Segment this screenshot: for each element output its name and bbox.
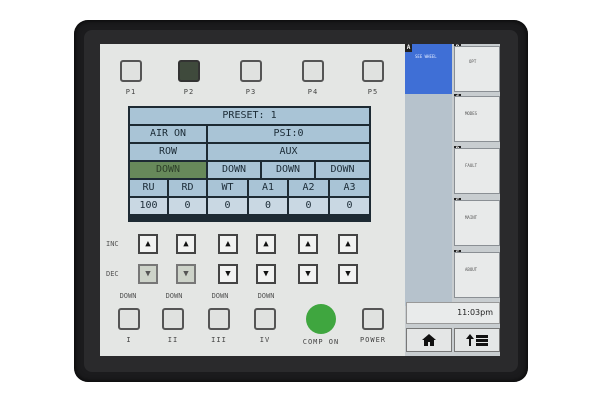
header-a3: A3 bbox=[330, 180, 369, 196]
home-icon bbox=[422, 334, 436, 346]
inc-rd-button[interactable]: ▲ bbox=[176, 234, 196, 254]
inc-a3-button[interactable]: ▲ bbox=[338, 234, 358, 254]
power-button[interactable] bbox=[362, 308, 384, 330]
softkey-modes-label: MODES bbox=[465, 111, 478, 116]
row-status: DOWN bbox=[130, 162, 206, 178]
preset-p2-label: P2 bbox=[183, 88, 195, 96]
letter-a: A bbox=[405, 44, 412, 52]
clock-display: 11:03pm bbox=[406, 302, 500, 324]
dec-wt-button[interactable]: ▼ bbox=[218, 264, 238, 284]
inc-a2-button[interactable]: ▲ bbox=[298, 234, 318, 254]
inc-a1-button[interactable]: ▲ bbox=[256, 234, 276, 254]
menu-icon bbox=[466, 334, 488, 346]
softkey-about[interactable]: ABOUT bbox=[454, 252, 500, 298]
softkey-fault-label: FAULT bbox=[465, 163, 478, 168]
header-ru: RU bbox=[130, 180, 167, 196]
aux-header: AUX bbox=[208, 144, 369, 160]
psi-readout: PSI:0 bbox=[208, 126, 369, 142]
preset-p1-button[interactable] bbox=[120, 60, 142, 82]
preset-p4-button[interactable] bbox=[302, 60, 324, 82]
section-iv-button[interactable] bbox=[254, 308, 276, 330]
dec-rd-button[interactable]: ▼ bbox=[176, 264, 196, 284]
comp-on-indicator[interactable] bbox=[306, 304, 336, 334]
tab-a[interactable]: SEE WHEEL bbox=[405, 44, 452, 94]
value-a1: 0 bbox=[249, 198, 287, 214]
section-ii-button[interactable] bbox=[162, 308, 184, 330]
softkey-fault[interactable]: FAULT bbox=[454, 148, 500, 194]
softkey-maint-label: MAINT bbox=[465, 215, 478, 220]
status-panel: PRESET: 1 AIR ON PSI:0 ROW AUX DOWN DOWN… bbox=[128, 106, 371, 222]
inc-wt-button[interactable]: ▲ bbox=[218, 234, 238, 254]
aux-status-2: DOWN bbox=[262, 162, 314, 178]
down-label-2: DOWN bbox=[165, 292, 183, 300]
home-button[interactable] bbox=[406, 328, 452, 352]
dec-label: DEC bbox=[106, 270, 119, 278]
power-label: POWER bbox=[359, 336, 387, 344]
preset-p1-label: P1 bbox=[125, 88, 137, 96]
softkey-opt[interactable]: OPT bbox=[454, 46, 500, 92]
header-a2: A2 bbox=[289, 180, 328, 196]
preset-p5-button[interactable] bbox=[362, 60, 384, 82]
dec-a1-button[interactable]: ▼ bbox=[256, 264, 276, 284]
header-rd: RD bbox=[169, 180, 206, 196]
preset-p3-button[interactable] bbox=[240, 60, 262, 82]
hmi-screen: P1 P2 P3 P4 P5 PRESET: 1 AIR ON PSI:0 RO… bbox=[100, 44, 500, 356]
header-wt: WT bbox=[208, 180, 247, 196]
down-label-3: DOWN bbox=[211, 292, 229, 300]
section-iii-button[interactable] bbox=[208, 308, 230, 330]
row-header: ROW bbox=[130, 144, 206, 160]
down-label-4: DOWN bbox=[257, 292, 275, 300]
section-ii-label: II bbox=[167, 336, 179, 344]
value-a2: 0 bbox=[289, 198, 328, 214]
menu-button[interactable] bbox=[454, 328, 500, 352]
inc-ru-button[interactable]: ▲ bbox=[138, 234, 158, 254]
down-label-1: DOWN bbox=[119, 292, 137, 300]
softkey-maint[interactable]: MAINT bbox=[454, 200, 500, 246]
main-area: P1 P2 P3 P4 P5 PRESET: 1 AIR ON PSI:0 RO… bbox=[100, 44, 405, 356]
comp-on-label: COMP ON bbox=[302, 338, 340, 346]
dec-a2-button[interactable]: ▼ bbox=[298, 264, 318, 284]
value-wt: 0 bbox=[208, 198, 247, 214]
inc-label: INC bbox=[106, 240, 119, 248]
header-a1: A1 bbox=[249, 180, 287, 196]
preset-p3-label: P3 bbox=[245, 88, 257, 96]
softkey-modes[interactable]: MODES bbox=[454, 96, 500, 142]
softkey-opt-label: OPT bbox=[469, 59, 477, 64]
tab-a-label: SEE WHEEL bbox=[415, 54, 437, 59]
value-rd: 0 bbox=[169, 198, 206, 214]
softkey-about-label: ABOUT bbox=[465, 267, 478, 272]
air-status: AIR ON bbox=[130, 126, 206, 142]
preset-title: PRESET: 1 bbox=[130, 108, 369, 124]
section-i-label: I bbox=[126, 336, 132, 344]
section-iii-label: III bbox=[211, 336, 227, 344]
preset-p5-label: P5 bbox=[367, 88, 379, 96]
preset-p4-label: P4 bbox=[307, 88, 319, 96]
section-i-button[interactable] bbox=[118, 308, 140, 330]
value-ru: 100 bbox=[130, 198, 167, 214]
aux-status-1: DOWN bbox=[208, 162, 260, 178]
preset-p2-button[interactable] bbox=[178, 60, 200, 82]
dec-a3-button[interactable]: ▼ bbox=[338, 264, 358, 284]
aux-status-3: DOWN bbox=[316, 162, 369, 178]
dec-ru-button[interactable]: ▼ bbox=[138, 264, 158, 284]
section-iv-label: IV bbox=[259, 336, 271, 344]
value-a3: 0 bbox=[330, 198, 369, 214]
